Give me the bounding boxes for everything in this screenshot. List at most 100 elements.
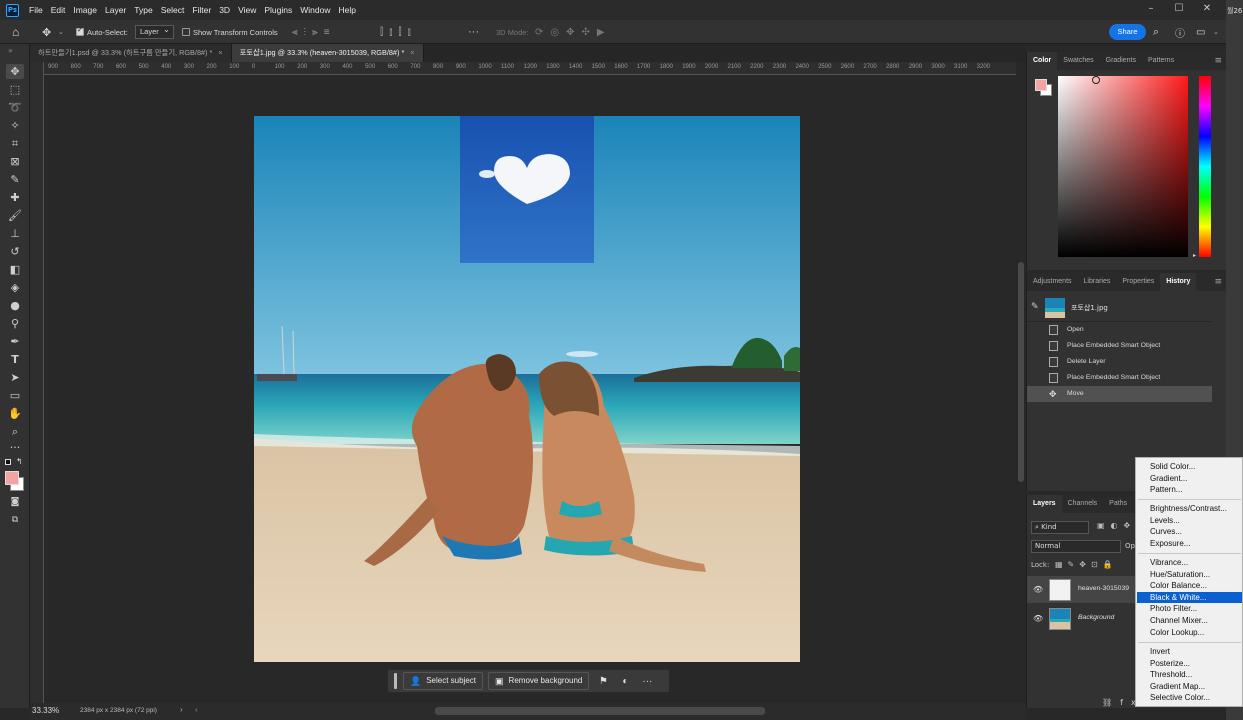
layer-filter-dropdown[interactable]: ⌕ Kind [1031,521,1089,534]
zoom-level[interactable]: 33.33% [32,706,59,715]
history-snapshot[interactable]: ✎ 포토샵1.jpg [1027,297,1212,319]
menu-plugins[interactable]: Plugins [260,5,296,15]
move-tool-icon[interactable]: ✥ [6,64,24,79]
menu-edit[interactable]: Edit [47,5,70,15]
tab-color[interactable]: Color [1027,52,1058,70]
menu-window[interactable]: Window [296,5,334,15]
marquee-tool-icon[interactable]: ⬚ [6,82,24,97]
menu-item-posterize[interactable]: Posterize... [1137,658,1242,670]
move-tool-icon[interactable]: ✥ [42,20,51,44]
foreground-color-swatch[interactable] [1035,79,1047,91]
eraser-tool-icon[interactable]: ◧ [6,262,24,277]
lasso-tool-icon[interactable]: ➰ [6,100,24,115]
menu-select[interactable]: Select [157,5,189,15]
tab-paths[interactable]: Paths [1103,495,1133,513]
crop-tool-icon[interactable]: ⌗ [6,136,24,151]
visibility-eye-icon[interactable]: 👁 [1033,614,1043,623]
share-button[interactable]: Share [1109,24,1146,40]
brush-tool-icon[interactable]: 🖌 [6,208,24,223]
rectangle-tool-icon[interactable]: ▭ [6,388,24,403]
color-picker-cursor[interactable] [1092,76,1100,84]
tab-adjustments[interactable]: Adjustments [1027,273,1078,291]
default-colors-icon[interactable] [5,459,11,465]
menu-filter[interactable]: Filter [188,5,215,15]
menu-item-hue-saturation[interactable]: Hue/Saturation... [1137,569,1242,581]
history-item[interactable]: Place Embedded Smart Object [1027,370,1212,386]
frame-tool-icon[interactable]: ⊠ [6,154,24,169]
foreground-color-swatch[interactable] [5,471,19,485]
layer-row-heaven[interactable]: 👁 heaven-3015039 [1027,576,1136,603]
menu-item-selective-color[interactable]: Selective Color... [1137,692,1242,704]
menu-item-curves[interactable]: Curves... [1137,526,1242,538]
magic-wand-tool-icon[interactable]: ✧ [6,118,24,133]
menu-item-exposure[interactable]: Exposure... [1137,538,1242,550]
horizontal-scroll-thumb[interactable] [435,707,765,715]
align-icons[interactable]: ⫷⫶⫸≡ [292,20,336,44]
paint-bucket-tool-icon[interactable]: ◈ [6,280,24,295]
toolbar-collapse-icon[interactable]: » [8,46,13,55]
search-icon[interactable]: ⌕ [1153,20,1159,44]
edit-toolbar-icon[interactable]: ··· [6,440,24,455]
vertical-scrollbar[interactable] [1016,62,1026,703]
tab-libraries[interactable]: Libraries [1078,273,1117,291]
hue-slider-handle[interactable]: ▸ [1193,252,1196,259]
quick-mask-icon[interactable]: ◙ [6,495,24,510]
status-chevron-icon[interactable]: › [180,705,183,714]
color-picker-field[interactable] [1058,76,1188,257]
healing-brush-tool-icon[interactable]: ✚ [6,190,24,205]
scroll-thumb[interactable] [1018,262,1024,482]
tab-heart-document[interactable]: 하트만들기1.psd @ 33.3% (하트구름 만들기, RGB/8#) * × [30,44,232,62]
history-item-selected[interactable]: ✥ Move [1027,386,1212,402]
visibility-eye-icon[interactable]: 👁 [1033,585,1043,594]
minimize-icon[interactable]: – [1144,2,1158,16]
menu-3d[interactable]: 3D [215,5,234,15]
tab-gradients[interactable]: Gradients [1100,52,1142,70]
maximize-icon[interactable]: ☐ [1172,2,1186,16]
menu-item-brightness-contrast[interactable]: Brightness/Contrast... [1137,503,1242,515]
tab-patterns[interactable]: Patterns [1142,52,1180,70]
menu-item-color-lookup[interactable]: Color Lookup... [1137,627,1242,639]
scroll-left-icon[interactable]: ‹ [195,705,198,714]
history-brush-tool-icon[interactable]: ↺ [6,244,24,259]
tab-layers[interactable]: Layers [1027,495,1062,513]
workspace-chevron-icon[interactable]: ⌄ [1213,20,1219,44]
menu-view[interactable]: View [234,5,260,15]
show-transform-toggle[interactable]: Show Transform Controls [182,20,278,44]
tab-history[interactable]: History [1160,273,1197,291]
menu-item-solid-color[interactable]: Solid Color... [1137,461,1242,473]
menu-item-pattern[interactable]: Pattern... [1137,484,1242,496]
select-subject-button[interactable]: 👤 Select subject [403,672,484,690]
swap-colors-icon[interactable]: ↰ [16,457,23,466]
tab-close-icon[interactable]: × [410,48,414,57]
remove-background-button[interactable]: ▣ Remove background [488,672,590,690]
contrast-icon[interactable]: ◐ [616,676,634,687]
type-tool-icon[interactable]: T [6,352,24,367]
menu-file[interactable]: File [25,5,47,15]
tab-channels[interactable]: Channels [1062,495,1104,513]
hue-slider[interactable] [1199,76,1211,257]
history-item[interactable]: Place Embedded Smart Object [1027,338,1212,354]
menu-type[interactable]: Type [130,5,156,15]
hand-tool-icon[interactable]: ✋ [6,406,24,421]
auto-select-dropdown[interactable]: Layer [135,20,174,44]
help-icon[interactable]: ⓘ [1175,20,1185,44]
menu-item-photo-filter[interactable]: Photo Filter... [1137,603,1242,615]
workspace-icon[interactable]: ▭ [1196,20,1205,44]
taskbar-drag-handle[interactable] [394,673,397,689]
menu-item-black-white[interactable]: Black & White... [1137,591,1242,604]
eyedropper-tool-icon[interactable]: ✎ [6,172,24,187]
menu-item-threshold[interactable]: Threshold... [1137,669,1242,681]
flag-icon[interactable]: ⚑ [594,676,612,687]
lock-icons[interactable]: ▦✎✥⊡🔒 [1055,560,1118,569]
document-canvas-image[interactable] [254,116,800,662]
menu-item-levels[interactable]: Levels... [1137,515,1242,527]
auto-select-toggle[interactable]: Auto-Select: [76,20,128,44]
home-icon[interactable]: ⌂ [12,20,19,44]
path-selection-tool-icon[interactable]: ➤ [6,370,24,385]
auto-select-checkbox[interactable] [76,26,84,36]
blur-tool-icon[interactable]: ● [6,298,24,313]
tab-properties[interactable]: Properties [1116,273,1160,291]
more-options-icon[interactable]: ··· [638,676,656,687]
tab-swatches[interactable]: Swatches [1057,52,1099,70]
distribute-icons[interactable]: ⫿⫾⫿⫾ [380,20,417,44]
